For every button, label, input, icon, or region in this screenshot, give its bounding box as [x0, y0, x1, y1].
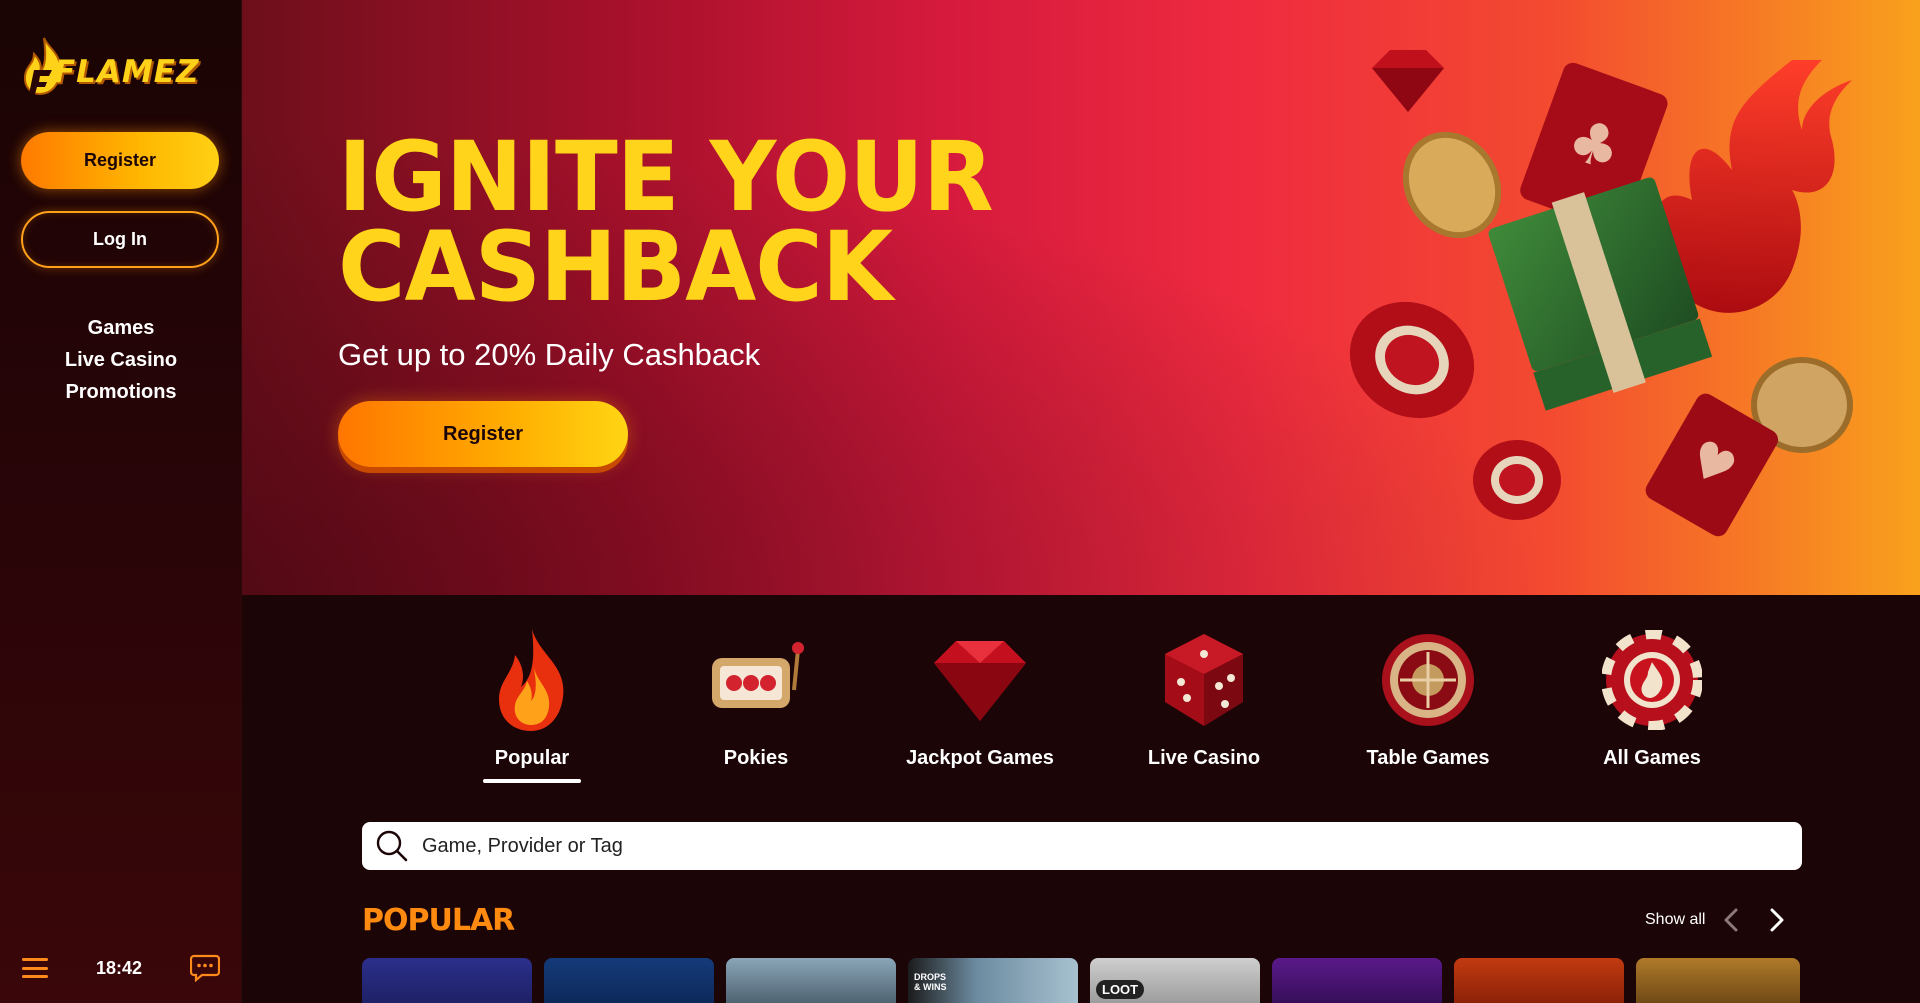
category-label: Popular [494, 747, 570, 769]
show-all-link[interactable]: Show all [1645, 911, 1705, 929]
game-search-bar[interactable] [362, 822, 1802, 870]
search-icon [376, 830, 408, 862]
roulette-icon [1382, 634, 1474, 726]
category-live-casino[interactable]: Live Casino [1092, 625, 1316, 785]
chip-icon [1602, 630, 1702, 730]
category-label: Table Games [1366, 747, 1490, 769]
category-jackpot-games[interactable]: Jackpot Games [868, 625, 1092, 785]
popular-section-title: POPULAR [362, 903, 515, 938]
game-tile-badge: DROPS & WINS [914, 972, 947, 992]
game-tile[interactable] [362, 958, 532, 1003]
game-tile[interactable] [544, 958, 714, 1003]
category-label: Pokies [723, 747, 789, 769]
category-pokies[interactable]: Pokies [644, 625, 868, 785]
category-label: Live Casino [1147, 747, 1261, 769]
sidebar-item-live-casino[interactable]: Live Casino [65, 344, 177, 376]
chat-icon[interactable] [189, 954, 220, 982]
active-tab-indicator [483, 779, 581, 783]
game-tile-badge: LOOT [1096, 980, 1145, 999]
hero-register-button[interactable]: Register [338, 401, 628, 467]
hero-casino-illustration: ♣ ♥ [1349, 50, 1853, 537]
hero-subtitle: Get up to 20% Daily Cashback [338, 337, 761, 372]
chevron-right-icon[interactable] [1768, 907, 1786, 933]
hero-title: IGNITE YOUR CASHBACK [338, 120, 994, 323]
sidebar: FLAMEZ Register Log In Games Live Casino… [0, 0, 242, 1003]
sidebar-item-promotions[interactable]: Promotions [65, 376, 176, 408]
search-input[interactable] [422, 834, 1722, 858]
sidebar-footer: 18:42 [0, 933, 242, 1003]
slot-machine-icon [712, 642, 804, 708]
game-tile[interactable] [1272, 958, 1442, 1003]
category-popular[interactable]: Popular [420, 625, 644, 785]
brand-name: FLAMEZ [54, 54, 200, 90]
hero-banner: IGNITE YOUR CASHBACK Get up to 20% Daily… [242, 0, 1920, 595]
sidebar-login-button[interactable]: Log In [21, 211, 219, 268]
chevron-left-icon[interactable] [1722, 907, 1740, 933]
clock: 18:42 [95, 957, 143, 978]
flame-icon [499, 629, 564, 731]
game-tile[interactable] [1636, 958, 1800, 1003]
game-categories: Popular Pokies Jackpot Games Live Casino… [420, 625, 1860, 785]
category-table-games[interactable]: Table Games [1316, 625, 1540, 785]
game-tile[interactable] [726, 958, 896, 1003]
popular-games-row: DROPS & WINS LOOT [362, 958, 1800, 1003]
category-all-games[interactable]: All Games [1540, 625, 1764, 785]
dice-icon [1165, 634, 1243, 726]
sidebar-register-button[interactable]: Register [21, 132, 219, 189]
sidebar-item-games[interactable]: Games [88, 312, 155, 344]
category-label: Jackpot Games [906, 747, 1054, 769]
menu-icon[interactable] [22, 958, 48, 978]
game-tile[interactable]: LOOT [1090, 958, 1260, 1003]
sidebar-nav: Games Live Casino Promotions [0, 312, 242, 408]
gem-icon [934, 641, 1026, 721]
game-tile[interactable]: DROPS & WINS [908, 958, 1078, 1003]
brand-logo[interactable]: FLAMEZ [22, 36, 218, 98]
category-label: All Games [1603, 747, 1701, 769]
game-tile[interactable] [1454, 958, 1624, 1003]
